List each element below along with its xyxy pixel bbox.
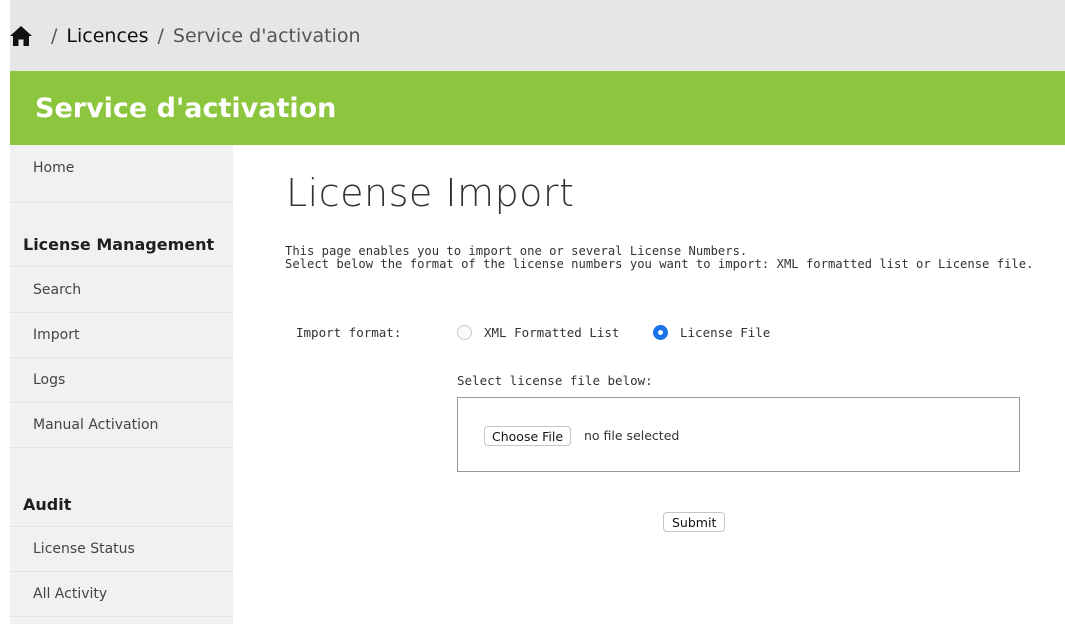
- breadcrumb: / Licences / Service d'activation: [10, 0, 1065, 71]
- breadcrumb-licences[interactable]: Licences: [66, 25, 148, 47]
- intro-line-2: Select below the format of the license n…: [285, 257, 1034, 271]
- sidebar: Home License Management Search Import Lo…: [10, 145, 233, 624]
- page-header: Service d'activation: [10, 71, 1065, 145]
- breadcrumb-separator: /: [157, 24, 164, 47]
- sidebar-heading-license-management: License Management: [10, 223, 233, 267]
- home-icon[interactable]: [10, 25, 32, 46]
- header-title: Service d'activation: [35, 92, 337, 124]
- file-status: no file selected: [584, 428, 680, 443]
- submit-button[interactable]: Submit: [663, 512, 726, 532]
- sidebar-item-license-status[interactable]: License Status: [10, 527, 233, 572]
- breadcrumb-separator: /: [51, 24, 58, 47]
- select-file-label: Select license file below:: [457, 373, 653, 388]
- intro-text: This page enables you to import one or s…: [285, 245, 1033, 271]
- choose-file-button[interactable]: Choose File: [484, 426, 572, 446]
- main-content: License Import This page enables you to …: [233, 145, 1065, 624]
- radio-xml-formatted-list[interactable]: [457, 325, 472, 340]
- window-edge: [0, 0, 10, 624]
- radio-license-file[interactable]: [653, 325, 668, 340]
- sidebar-item-manual-activation[interactable]: Manual Activation: [10, 403, 233, 448]
- sidebar-item-logs[interactable]: Logs: [10, 358, 233, 403]
- radio-label-xml-formatted-list[interactable]: XML Formatted List: [484, 325, 619, 340]
- radio-label-license-file[interactable]: License File: [680, 325, 770, 340]
- sidebar-item-search[interactable]: Search: [10, 268, 233, 313]
- file-upload-box: Choose File no file selected: [457, 397, 1020, 472]
- sidebar-item-home[interactable]: Home: [10, 145, 233, 203]
- import-format-label: Import format:: [296, 325, 402, 340]
- sidebar-item-import[interactable]: Import: [10, 313, 233, 358]
- sidebar-item-all-activity[interactable]: All Activity: [10, 572, 233, 617]
- breadcrumb-current: Service d'activation: [172, 24, 361, 47]
- sidebar-heading-audit: Audit: [10, 483, 233, 527]
- page-title: License Import: [286, 171, 575, 215]
